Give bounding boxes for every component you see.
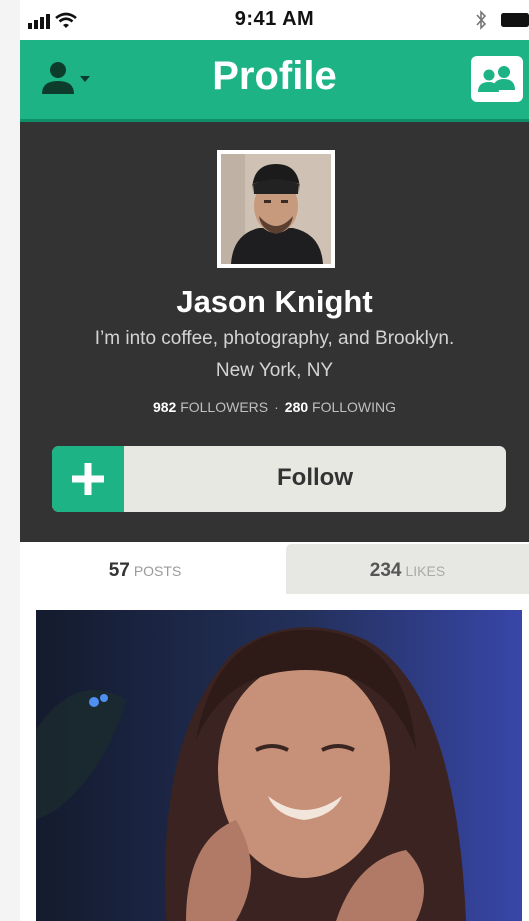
follow-button-label: Follow: [277, 464, 353, 491]
post-photo: [36, 610, 522, 921]
bluetooth-icon: [476, 10, 487, 30]
stats-separator: ·: [274, 399, 279, 415]
likes-label: LIKES: [405, 563, 446, 579]
following-link[interactable]: 280 FOLLOWING: [285, 399, 396, 415]
likes-count: 234: [369, 560, 402, 581]
follow-button[interactable]: Follow: [52, 446, 506, 512]
profile-header: Jason Knight I’m into coffee, photograph…: [20, 122, 529, 542]
navigation-bar: Profile: [20, 40, 529, 122]
tab-posts[interactable]: 57 POSTS: [20, 544, 270, 594]
battery-icon: [501, 13, 529, 27]
followers-label: FOLLOWERS: [180, 399, 269, 415]
plus-icon: [72, 463, 104, 495]
profile-stats: 982 FOLLOWERS · 280 FOLLOWING: [20, 399, 529, 415]
follow-plus-area[interactable]: [52, 446, 124, 512]
followers-link[interactable]: 982 FOLLOWERS: [153, 399, 268, 415]
avatar[interactable]: [217, 150, 335, 268]
post-image[interactable]: [36, 610, 522, 921]
status-bar: 9:41 AM: [20, 0, 529, 40]
friends-button[interactable]: [471, 56, 523, 102]
profile-bio: I’m into coffee, photography, and Brookl…: [94, 328, 455, 349]
tab-likes[interactable]: 234 LIKES: [286, 544, 529, 594]
profile-tabs: 57 POSTS 234 LIKES: [20, 542, 529, 594]
friends-icon: [478, 66, 515, 92]
following-label: FOLLOWING: [312, 399, 397, 415]
profile-name: Jason Knight: [176, 284, 373, 319]
profile-location: New York, NY: [215, 360, 334, 381]
phone-screen: 9:41 AM Profile Jason Knight I’m into co…: [20, 0, 529, 921]
page-title: Profile: [212, 54, 337, 98]
following-count: 280: [284, 399, 309, 415]
avatar-photo: [221, 154, 331, 264]
status-time: 9:41 AM: [234, 8, 315, 30]
followers-count: 982: [152, 399, 177, 415]
posts-label: POSTS: [133, 563, 182, 579]
posts-count: 57: [108, 560, 130, 581]
